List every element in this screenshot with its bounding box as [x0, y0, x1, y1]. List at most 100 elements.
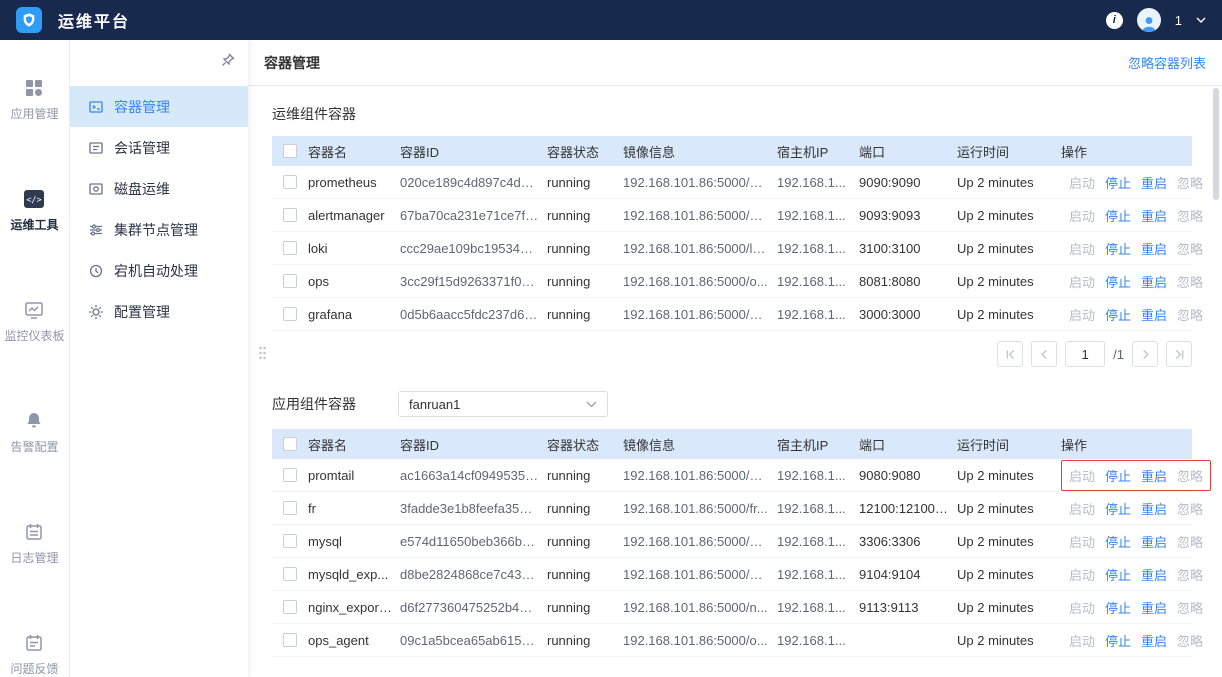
row-checkbox[interactable]: [283, 274, 297, 288]
row-checkbox[interactable]: [283, 307, 297, 321]
ops-section-title: 运维组件容器: [272, 104, 1208, 124]
action-stop[interactable]: 停止: [1105, 305, 1131, 324]
last-page-button[interactable]: [1166, 341, 1192, 367]
row-actions: 启动停止重启忽略: [1061, 526, 1211, 557]
row-checkbox[interactable]: [283, 241, 297, 255]
rail-item-monitor-dashboard[interactable]: 监控仪表板: [4, 300, 64, 344]
action-restart[interactable]: 重启: [1141, 532, 1167, 551]
next-page-button[interactable]: [1132, 341, 1158, 367]
rail-item-log-management[interactable]: 日志管理: [10, 522, 58, 566]
sidebar-item-container-management[interactable]: 容器管理: [70, 86, 248, 127]
ignore-container-list-link[interactable]: 忽略容器列表: [1128, 53, 1206, 72]
action-ignore[interactable]: 忽略: [1177, 565, 1203, 584]
action-start[interactable]: 启动: [1069, 499, 1095, 518]
action-start[interactable]: 启动: [1069, 272, 1095, 291]
action-start[interactable]: 启动: [1069, 631, 1095, 650]
container-id: d8be2824868ce7c430b...: [400, 567, 547, 582]
action-ignore[interactable]: 忽略: [1177, 272, 1203, 291]
pin-icon[interactable]: [220, 52, 236, 73]
action-stop[interactable]: 停止: [1105, 631, 1131, 650]
info-icon[interactable]: i: [1106, 12, 1123, 29]
prev-page-button[interactable]: [1031, 341, 1057, 367]
action-stop[interactable]: 停止: [1105, 206, 1131, 225]
action-stop[interactable]: 停止: [1105, 173, 1131, 192]
action-restart[interactable]: 重启: [1141, 206, 1167, 225]
action-start[interactable]: 启动: [1069, 532, 1095, 551]
sidebar-item-cluster-node-management[interactable]: 集群节点管理: [70, 209, 248, 250]
action-stop[interactable]: 停止: [1105, 272, 1131, 291]
action-ignore[interactable]: 忽略: [1177, 532, 1203, 551]
action-restart[interactable]: 重启: [1141, 239, 1167, 258]
action-ignore[interactable]: 忽略: [1177, 631, 1203, 650]
action-start[interactable]: 启动: [1069, 206, 1095, 225]
row-checkbox[interactable]: [283, 567, 297, 581]
action-stop[interactable]: 停止: [1105, 466, 1131, 485]
action-ignore[interactable]: 忽略: [1177, 206, 1203, 225]
action-ignore[interactable]: 忽略: [1177, 173, 1203, 192]
row-checkbox[interactable]: [283, 175, 297, 189]
first-page-button[interactable]: [997, 341, 1023, 367]
vertical-scrollbar[interactable]: [1213, 88, 1219, 200]
rail-item-ops-tools[interactable]: </> 运维工具: [10, 189, 58, 233]
action-start[interactable]: 启动: [1069, 466, 1095, 485]
action-restart[interactable]: 重启: [1141, 499, 1167, 518]
rail-item-issue-feedback[interactable]: 问题反馈: [10, 633, 58, 677]
action-start[interactable]: 启动: [1069, 565, 1095, 584]
rail-item-app-management[interactable]: 应用管理: [10, 78, 58, 122]
action-start[interactable]: 启动: [1069, 598, 1095, 617]
action-stop[interactable]: 停止: [1105, 598, 1131, 617]
action-restart[interactable]: 重启: [1141, 272, 1167, 291]
row-checkbox[interactable]: [283, 468, 297, 482]
action-ignore[interactable]: 忽略: [1177, 305, 1203, 324]
column-header: 镜像信息: [623, 435, 777, 454]
app-select[interactable]: fanruan1: [398, 391, 608, 417]
action-restart[interactable]: 重启: [1141, 631, 1167, 650]
app-logo: [16, 7, 42, 33]
container-name: nginx_exporter: [308, 600, 400, 615]
sidebar-item-session-management[interactable]: 会话管理: [70, 127, 248, 168]
bell-icon: [24, 411, 44, 431]
action-restart[interactable]: 重启: [1141, 466, 1167, 485]
action-stop[interactable]: 停止: [1105, 239, 1131, 258]
sidebar-item-disk-ops[interactable]: 磁盘运维: [70, 168, 248, 209]
action-ignore[interactable]: 忽略: [1177, 598, 1203, 617]
container-status: running: [547, 208, 623, 223]
row-checkbox[interactable]: [283, 501, 297, 515]
drag-handle[interactable]: [258, 345, 267, 366]
action-start[interactable]: 启动: [1069, 239, 1095, 258]
page-number-input[interactable]: [1065, 341, 1105, 367]
row-checkbox[interactable]: [283, 600, 297, 614]
sidebar-item-config-management[interactable]: 配置管理: [70, 291, 248, 332]
action-restart[interactable]: 重启: [1141, 305, 1167, 324]
feedback-icon: [24, 633, 44, 653]
sidebar-item-downtime-auto-handling[interactable]: 宕机自动处理: [70, 250, 248, 291]
action-restart[interactable]: 重启: [1141, 565, 1167, 584]
rail-item-alert-config[interactable]: 告警配置: [10, 411, 58, 455]
action-start[interactable]: 启动: [1069, 305, 1095, 324]
app-container-table: 容器名容器ID容器状态镜像信息宿主机IP端口运行时间操作 promtail ac…: [272, 429, 1192, 657]
select-all-checkbox[interactable]: [283, 144, 297, 158]
action-ignore[interactable]: 忽略: [1177, 466, 1203, 485]
action-stop[interactable]: 停止: [1105, 565, 1131, 584]
row-actions: 启动停止重启忽略: [1061, 559, 1211, 590]
action-stop[interactable]: 停止: [1105, 499, 1131, 518]
port: 9080:9080: [859, 468, 957, 483]
action-ignore[interactable]: 忽略: [1177, 499, 1203, 518]
action-stop[interactable]: 停止: [1105, 532, 1131, 551]
select-all-checkbox[interactable]: [283, 437, 297, 451]
action-ignore[interactable]: 忽略: [1177, 239, 1203, 258]
action-restart[interactable]: 重启: [1141, 173, 1167, 192]
action-start[interactable]: 启动: [1069, 173, 1095, 192]
row-checkbox[interactable]: [283, 534, 297, 548]
row-checkbox[interactable]: [283, 633, 297, 647]
action-restart[interactable]: 重启: [1141, 598, 1167, 617]
image-info: 192.168.101.86:5000/al...: [623, 208, 777, 223]
secondary-sidebar: 容器管理 会话管理 磁盘运维 集群节点管理 宕机自动处理: [70, 40, 248, 677]
container-id: e574d11650beb366b21...: [400, 534, 547, 549]
row-checkbox[interactable]: [283, 208, 297, 222]
chevron-down-icon[interactable]: [1196, 17, 1206, 24]
user-avatar[interactable]: [1137, 8, 1161, 32]
uptime: Up 2 minutes: [957, 208, 1061, 223]
content-area: 运维组件容器 容器名容器ID容器状态镜像信息宿主机IP端口运行时间操作 prom…: [248, 104, 1222, 657]
container-id: 3fadde3e1b8feefa3520f...: [400, 501, 547, 516]
